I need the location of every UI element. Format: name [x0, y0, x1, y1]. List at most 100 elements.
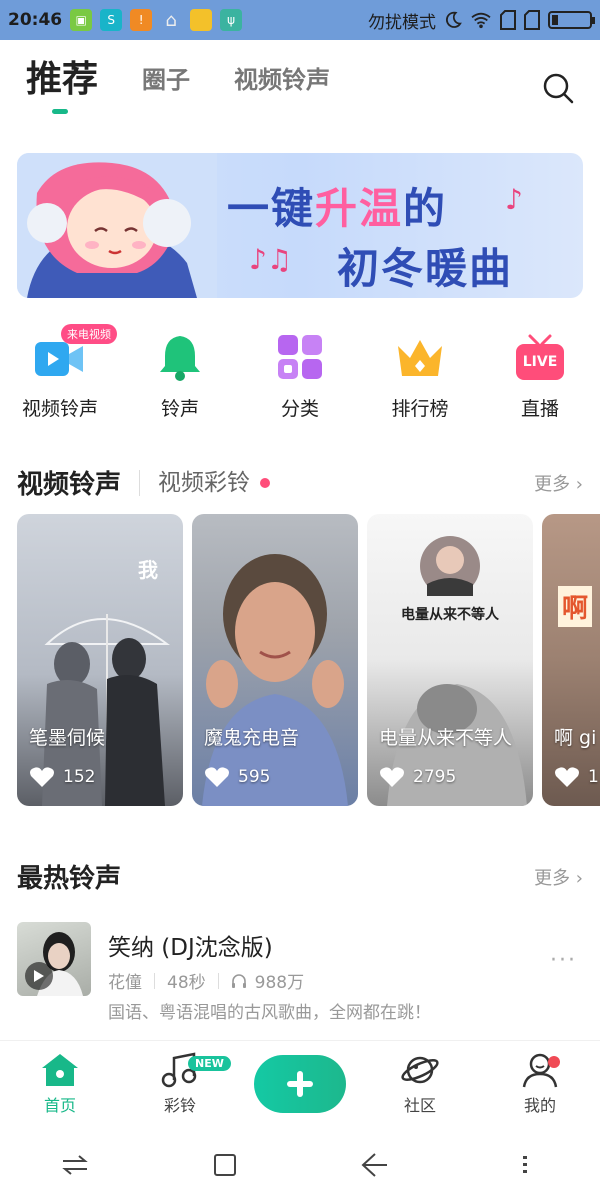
more-link[interactable]: 更多 › [534, 470, 583, 496]
new-dot [260, 477, 271, 488]
crown-icon [398, 340, 442, 376]
menu-icon[interactable] [505, 1145, 545, 1185]
grandma-image [202, 554, 348, 806]
song-plays: 988万 [254, 973, 305, 993]
card-title: 电量从来不等人 [379, 727, 513, 749]
card-title: 啊 gi [554, 727, 597, 749]
app-notification-icon: ▣ [70, 9, 93, 31]
heart-icon [380, 767, 404, 787]
video-card[interactable]: 电量从来不等人 电量从来不等人 2795 [367, 514, 533, 806]
sim1-icon [500, 10, 516, 30]
cleaner-icon: ⌂ [165, 9, 177, 31]
planet-icon [401, 1056, 439, 1083]
plus-icon [287, 1070, 313, 1097]
promo-banner[interactable]: 一键升温的 初冬暖曲 ♪♫ ♪ [17, 153, 583, 298]
grid-icon [278, 335, 322, 379]
play-icon[interactable] [25, 962, 53, 990]
search-icon[interactable] [542, 72, 574, 104]
nav-color-ringtone[interactable]: NEW 彩铃 [130, 1051, 231, 1116]
switch-apps-icon[interactable] [55, 1145, 95, 1185]
category-rank[interactable]: 排行榜 [360, 330, 480, 421]
card-likes: 2795 [379, 766, 456, 788]
incoming-video-badge: 来电视频 [61, 324, 117, 344]
create-button[interactable] [254, 1054, 346, 1113]
song-name: 笑纳 (DJ沈念版) [108, 935, 273, 961]
song-duration: 48秒 [167, 973, 206, 993]
video-section-header: 视频铃声 视频彩铃 更多 › [17, 464, 583, 501]
section-title[interactable]: 视频铃声 [17, 464, 121, 501]
card-likes: 1 [554, 766, 599, 788]
card-overlay-text: 电量从来不等人 [401, 607, 499, 623]
card-overlay-text: 我 [138, 558, 158, 582]
nav-community[interactable]: 社区 [370, 1052, 470, 1116]
sim2-icon [524, 10, 540, 30]
new-badge: NEW [188, 1055, 231, 1071]
nav-label: 我的 [523, 1095, 556, 1115]
heart-icon [555, 767, 579, 787]
top-tabs: 推荐 圈子 视频铃声 [26, 60, 374, 114]
nav-label: 首页 [43, 1095, 76, 1115]
song-list-item[interactable]: 笑纳 (DJ沈念版) 花僮 48秒 988万 国语、粤语混唱的古风歌曲，全网都在… [17, 922, 583, 1023]
back-arrow-icon[interactable] [355, 1145, 395, 1185]
status-bar: 20:46 ▣ S ! ⌂ ψ 勿扰模式 [0, 0, 600, 40]
folder-icon [190, 9, 213, 31]
category-label: 铃声 [160, 398, 199, 420]
notification-dot [548, 1055, 560, 1068]
banner-line2: 初冬暖曲 [337, 244, 514, 293]
usb-icon: ψ [220, 9, 243, 31]
nav-label: 彩铃 [163, 1095, 196, 1115]
avatar-image [387, 536, 527, 806]
warning-icon: ! [130, 9, 153, 31]
bottom-nav: 首页 NEW 彩铃 社区 我的 [0, 1040, 600, 1126]
nav-label: 社区 [403, 1095, 436, 1115]
music-note-icon: ♪ [505, 183, 523, 216]
card-title: 魔鬼充电音 [204, 727, 300, 749]
banner-line1: 一键升温的 [227, 184, 448, 233]
category-label: 直播 [520, 398, 559, 420]
category-video-ringtone[interactable]: 来电视频 视频铃声 [0, 324, 120, 421]
sync-notification-icon: S [100, 9, 123, 31]
category-live[interactable]: LIVE 直播 [480, 330, 600, 421]
category-ringtone[interactable]: 铃声 [120, 330, 240, 421]
card-likes: 595 [204, 766, 270, 788]
category-label: 视频铃声 [21, 398, 98, 420]
hot-section-header: 最热铃声 更多 › [17, 858, 583, 895]
card-title: 笔墨伺候 [29, 727, 106, 749]
category-label: 分类 [280, 398, 319, 420]
nav-home[interactable]: 首页 [10, 1052, 110, 1116]
heart-icon [205, 767, 229, 787]
section-title: 最热铃声 [17, 864, 122, 894]
status-time: 20:46 [8, 10, 63, 30]
live-label: LIVE [522, 354, 558, 370]
nav-create[interactable] [250, 1054, 350, 1113]
video-card-row: 我 笔墨伺候 152 魔鬼充电音 595 电量从来不等人 电量从来不等人 279… [17, 514, 600, 806]
bell-icon [160, 336, 200, 381]
category-classify[interactable]: 分类 [240, 330, 360, 421]
heart-icon [30, 767, 54, 787]
video-card[interactable]: 我 笔墨伺候 152 [17, 514, 183, 806]
video-card[interactable]: 魔鬼充电音 595 [192, 514, 358, 806]
tab-circle[interactable]: 圈子 [142, 60, 190, 100]
home-icon [42, 1053, 78, 1086]
category-label: 排行榜 [391, 398, 449, 420]
wifi-icon [471, 12, 491, 29]
moon-icon [445, 11, 462, 28]
system-nav-bar [0, 1130, 600, 1200]
card-likes: 152 [29, 766, 95, 788]
more-options-icon[interactable]: ··· [550, 948, 577, 973]
category-row: 来电视频 视频铃声 铃声 分类 排行榜 LIVE 直播 [0, 324, 600, 421]
nav-profile[interactable]: 我的 [490, 1052, 590, 1116]
song-artist: 花僮 [108, 973, 142, 993]
home-square-icon[interactable] [205, 1145, 245, 1185]
more-link[interactable]: 更多 › [534, 864, 583, 890]
song-meta: 花僮 48秒 988万 [108, 968, 304, 993]
headphone-icon [231, 973, 246, 988]
section-subtitle[interactable]: 视频彩铃 [139, 469, 250, 496]
tab-recommend[interactable]: 推荐 [26, 60, 98, 114]
dnd-mode-label: 勿扰模式 [368, 12, 436, 33]
banner-illustration [17, 153, 217, 298]
card-overlay-text: 啊 [558, 586, 593, 627]
music-note-icon: ♪♫ [249, 243, 292, 276]
tab-video-ringtone[interactable]: 视频铃声 [234, 60, 330, 100]
video-card[interactable]: 啊 啊 gi 1 [542, 514, 600, 806]
